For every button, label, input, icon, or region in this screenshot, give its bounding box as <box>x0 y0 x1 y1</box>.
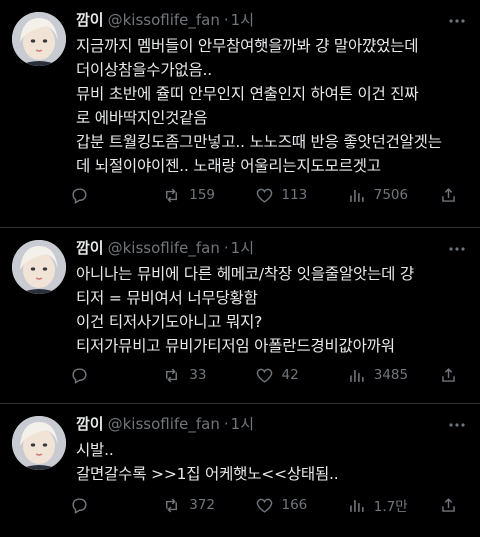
retweet-button[interactable]: 33 <box>162 366 254 385</box>
separator: · <box>223 415 229 433</box>
tweet[interactable]: 깜이 @kissoflife_fan · 1시 시발.. 갈면갈수록 >>1집 어케햇… <box>0 404 480 537</box>
like-icon <box>256 188 272 203</box>
tweet-text: 지금까지 멤버들이 안무참여햇을까봐 걍 말아꺘었는데 더이상참을수가없음.. … <box>76 37 442 175</box>
timestamp[interactable]: 1시 <box>231 415 254 433</box>
share-button[interactable] <box>439 496 466 515</box>
retweet-button[interactable]: 159 <box>162 186 254 205</box>
display-name[interactable]: 깜이 <box>76 415 104 433</box>
more-icon[interactable] <box>448 12 466 30</box>
action-bar: 372 166 1.7만 <box>70 494 466 516</box>
action-bar: 33 42 3485 <box>70 364 466 386</box>
like-icon <box>256 368 272 383</box>
tweet[interactable]: 깜이 @kissoflife_fan · 1시 지금까지 멤버들이 안무참여햇을까봐 … <box>0 0 480 228</box>
views-button[interactable]: 3485 <box>347 366 439 385</box>
reply-icon <box>72 497 87 514</box>
separator: · <box>223 239 229 257</box>
like-button[interactable]: 113 <box>255 186 347 205</box>
like-count: 166 <box>281 497 308 513</box>
share-button[interactable] <box>439 366 466 385</box>
like-icon <box>256 498 272 513</box>
reply-icon <box>72 187 87 204</box>
views-button[interactable]: 1.7만 <box>347 495 439 515</box>
views-icon <box>349 369 364 382</box>
views-icon <box>349 189 364 202</box>
retweet-icon <box>166 188 178 202</box>
share-button[interactable] <box>439 186 466 205</box>
separator: · <box>223 11 229 29</box>
avatar[interactable] <box>12 240 66 294</box>
share-icon <box>442 187 455 202</box>
share-icon <box>442 497 455 512</box>
avatar[interactable] <box>12 12 66 66</box>
retweet-count: 159 <box>189 187 216 203</box>
retweet-count: 372 <box>189 497 216 513</box>
views-count: 7506 <box>373 187 409 203</box>
like-count: 42 <box>281 367 299 383</box>
tweet[interactable]: 깜이 @kissoflife_fan · 1시 아니나는 뮤비에 다른 헤메코/착장 … <box>0 228 480 404</box>
more-icon[interactable] <box>448 240 466 258</box>
tweet-header: 깜이 @kissoflife_fan · 1시 <box>76 238 440 258</box>
tweet-text: 시발.. 갈면갈수록 >>1집 어케햇노<<상태됨.. <box>76 441 339 483</box>
views-icon <box>349 499 364 512</box>
views-count: 3485 <box>373 367 409 383</box>
handle[interactable]: @kissoflife_fan <box>108 415 220 433</box>
action-bar: 159 113 7506 <box>70 184 466 206</box>
retweet-icon <box>166 498 178 512</box>
tweet-header: 깜이 @kissoflife_fan · 1시 <box>76 10 440 30</box>
like-button[interactable]: 166 <box>255 496 347 515</box>
avatar[interactable] <box>12 416 66 470</box>
retweet-icon <box>166 368 178 382</box>
tweet-header: 깜이 @kissoflife_fan · 1시 <box>76 414 440 434</box>
reply-icon <box>72 367 87 384</box>
display-name[interactable]: 깜이 <box>76 239 104 257</box>
handle[interactable]: @kissoflife_fan <box>108 11 220 29</box>
reply-button[interactable] <box>70 366 162 385</box>
display-name[interactable]: 깜이 <box>76 11 104 29</box>
like-count: 113 <box>281 187 308 203</box>
reply-button[interactable] <box>70 496 162 515</box>
handle[interactable]: @kissoflife_fan <box>108 239 220 257</box>
tweet-text: 아니나는 뮤비에 다른 헤메코/착장 잇을줄알앗는데 걍 티저 = 뮤비여서 너… <box>76 265 414 355</box>
like-button[interactable]: 42 <box>255 366 347 385</box>
retweet-count: 33 <box>189 367 207 383</box>
views-count: 1.7만 <box>373 499 408 515</box>
timestamp[interactable]: 1시 <box>231 239 254 257</box>
views-button[interactable]: 7506 <box>347 186 439 205</box>
more-icon[interactable] <box>448 416 466 434</box>
timestamp[interactable]: 1시 <box>231 11 254 29</box>
retweet-button[interactable]: 372 <box>162 496 254 515</box>
share-icon <box>442 367 455 382</box>
reply-button[interactable] <box>70 186 162 205</box>
